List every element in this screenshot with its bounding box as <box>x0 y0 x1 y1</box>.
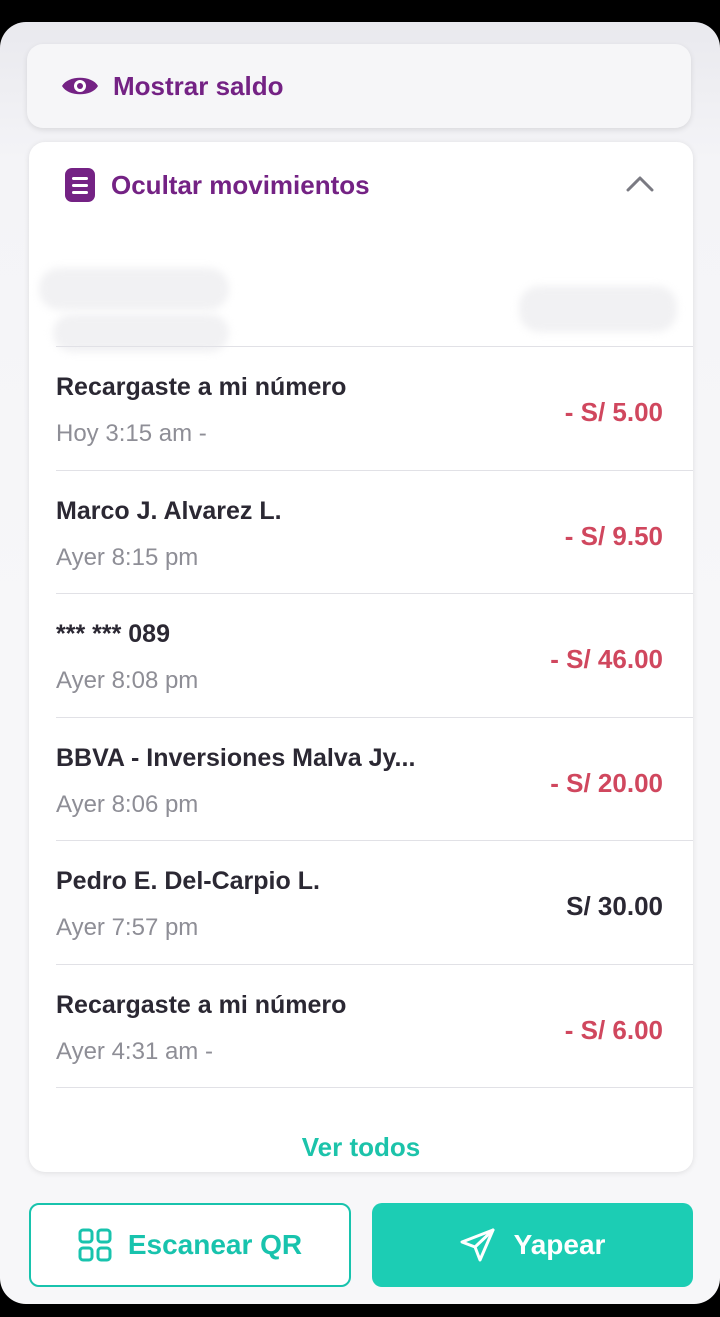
app-screen: Mostrar saldo Ocultar movimientos Recarg… <box>0 22 720 1304</box>
hide-movements-toggle[interactable]: Ocultar movimientos <box>29 142 693 228</box>
transaction-time: Ayer 4:31 am - <box>56 1037 213 1065</box>
transaction-name: *** *** 089 <box>56 620 170 648</box>
transaction-amount: - S/ 20.00 <box>550 767 663 798</box>
blurred-placeholder <box>519 286 677 332</box>
movements-card: Ocultar movimientos Recargaste a mi núme… <box>29 142 693 1172</box>
transaction-amount: - S/ 46.00 <box>550 644 663 674</box>
chevron-up-icon[interactable] <box>625 172 655 194</box>
transaction-time: Hoy 3:15 am - <box>56 420 207 447</box>
scan-qr-button[interactable]: Escanear QR <box>29 1203 351 1287</box>
qr-icon <box>78 1228 112 1262</box>
list-divider <box>56 1087 693 1088</box>
transaction-row[interactable]: Recargaste a mi número Hoy 3:15 am - - S… <box>56 346 693 470</box>
yapear-label: Yapear <box>513 1229 606 1260</box>
transaction-row[interactable]: *** *** 089 Ayer 8:08 pm - S/ 46.00 <box>56 593 693 717</box>
transaction-list: Recargaste a mi número Hoy 3:15 am - - S… <box>56 346 693 1088</box>
transaction-name: BBVA - Inversiones Malva Jy... <box>56 743 416 772</box>
blurred-placeholder <box>39 268 229 310</box>
list-icon <box>65 168 95 202</box>
eye-icon <box>62 77 98 95</box>
transaction-time: Ayer 8:06 pm <box>56 790 199 818</box>
transaction-time: Ayer 7:57 pm <box>56 914 199 941</box>
transaction-row[interactable]: Marco J. Alvarez L. Ayer 8:15 pm - S/ 9.… <box>56 469 693 594</box>
show-balance-button[interactable]: Mostrar saldo <box>27 44 691 128</box>
see-all-link[interactable]: Ver todos <box>29 1132 693 1163</box>
scan-qr-label: Escanear QR <box>127 1229 303 1260</box>
yapear-button[interactable]: Yapear <box>372 1203 693 1287</box>
transaction-name: Recargaste a mi número <box>56 990 347 1019</box>
transaction-row[interactable]: Pedro E. Del-Carpio L. Ayer 7:57 pm S/ 3… <box>56 840 693 964</box>
transaction-time: Ayer 8:15 pm <box>56 543 199 571</box>
transaction-amount: - S/ 6.00 <box>564 1014 663 1045</box>
transaction-row[interactable]: Recargaste a mi número Ayer 4:31 am - - … <box>56 963 693 1088</box>
transaction-row[interactable]: BBVA - Inversiones Malva Jy... Ayer 8:06… <box>56 716 693 841</box>
transaction-time: Ayer 8:08 pm <box>56 667 199 694</box>
transaction-name: Pedro E. Del-Carpio L. <box>56 867 320 895</box>
show-balance-label: Mostrar saldo <box>113 70 284 101</box>
hide-movements-label: Ocultar movimientos <box>111 169 370 200</box>
transaction-amount: - S/ 5.00 <box>564 397 663 427</box>
transaction-name: Marco J. Alvarez L. <box>56 496 282 525</box>
transaction-amount: S/ 30.00 <box>566 891 663 921</box>
transaction-name: Recargaste a mi número <box>56 373 347 401</box>
transaction-amount: - S/ 9.50 <box>564 520 663 551</box>
send-icon <box>460 1228 495 1262</box>
